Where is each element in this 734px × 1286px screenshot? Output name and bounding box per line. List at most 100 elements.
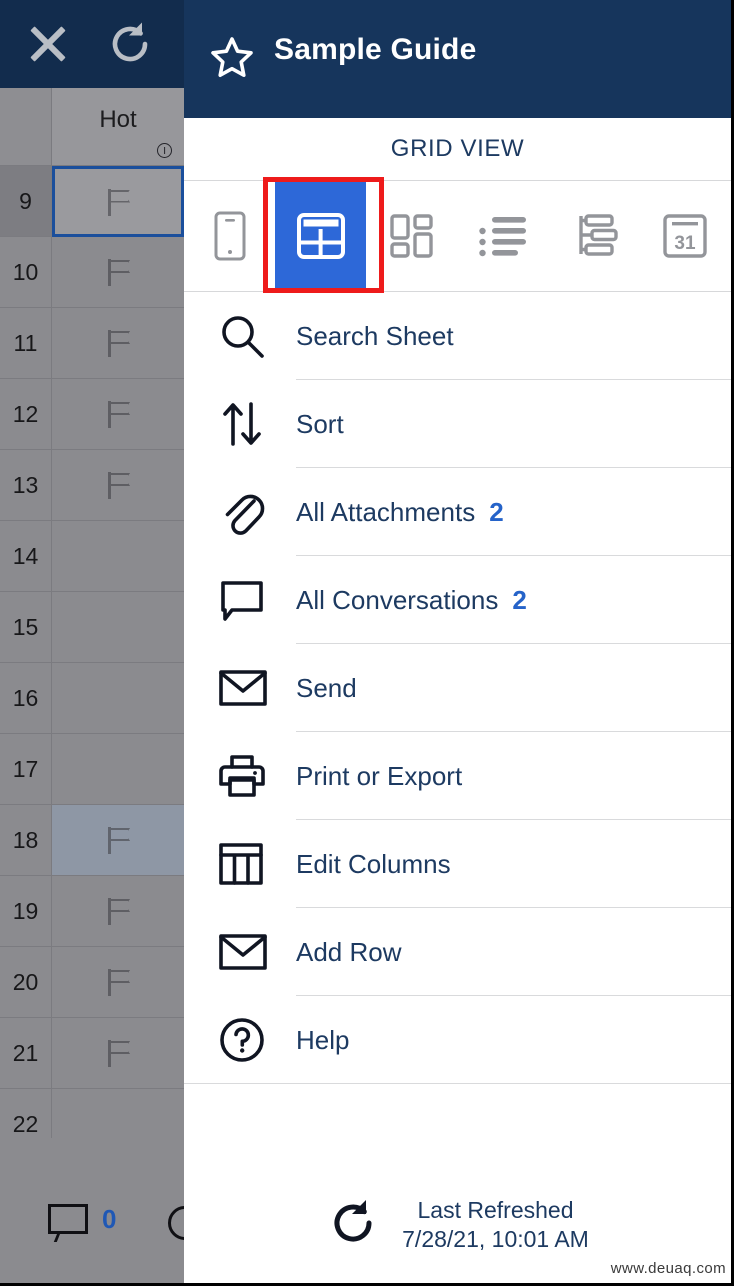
table-row[interactable]: 12 — [0, 379, 184, 450]
row-number: 20 — [0, 947, 52, 1018]
row-number: 15 — [0, 592, 52, 663]
envelope-icon — [218, 668, 280, 708]
comment-bubble-icon[interactable] — [48, 1204, 90, 1238]
menu-item-search-sheet[interactable]: Search Sheet — [184, 292, 731, 380]
view-tab-gallery[interactable] — [366, 181, 457, 291]
view-tab-list[interactable] — [458, 181, 549, 291]
comment-count: 0 — [102, 1204, 117, 1234]
cell-hot[interactable] — [52, 734, 184, 805]
row-number: 9 — [0, 166, 52, 237]
view-tab-grid[interactable] — [275, 181, 367, 291]
row-number: 16 — [0, 663, 52, 734]
view-type-tabs: 31 — [184, 177, 731, 293]
table-row[interactable]: 21 — [0, 1018, 184, 1089]
row-number: 13 — [0, 450, 52, 521]
table-row[interactable]: 18 — [0, 805, 184, 876]
sheet-background-pane: Hot 9 10 11 12 13 14 15 16 17 18 19 20 21 22 0 — [0, 0, 184, 1283]
page-title: Sample Guide — [274, 33, 477, 66]
cell-hot[interactable] — [52, 663, 184, 734]
column-header-hot[interactable]: Hot — [52, 88, 184, 166]
table-row[interactable]: 15 — [0, 592, 184, 663]
cell-hot[interactable] — [52, 237, 184, 308]
table-row[interactable]: 20 — [0, 947, 184, 1018]
view-tab-card[interactable] — [184, 181, 275, 291]
watermark: www.deuaq.com — [610, 1260, 726, 1277]
row-number: 11 — [0, 308, 52, 379]
table-row[interactable]: 16 — [0, 663, 184, 734]
flag-icon — [103, 470, 133, 500]
refresh-icon[interactable] — [104, 18, 156, 70]
sheet-column-header-row: Hot — [0, 88, 184, 166]
cell-hot[interactable] — [52, 308, 184, 379]
panel-header: Sample Guide — [184, 0, 731, 118]
star-outline-icon[interactable] — [208, 34, 256, 82]
info-circle-icon[interactable] — [157, 143, 172, 158]
row-number: 10 — [0, 237, 52, 308]
cell-hot[interactable] — [52, 947, 184, 1018]
flag-icon — [103, 328, 133, 358]
menu-item-label: Edit Columns — [296, 848, 451, 879]
gantt-chart-icon — [570, 212, 618, 260]
table-row[interactable]: 14 — [0, 521, 184, 592]
view-type-label: GRID VIEW — [184, 118, 731, 180]
row-number: 12 — [0, 379, 52, 450]
gallery-tile-icon — [388, 212, 436, 260]
cell-hot[interactable] — [52, 592, 184, 663]
grid-view-menu-panel: Sample Guide GRID VIEW 31 Search Sheet S… — [184, 0, 734, 1283]
menu-item-help[interactable]: Help — [184, 996, 731, 1084]
menu-item-all-conversations[interactable]: All Conversations 2 — [184, 556, 731, 644]
comment-bubble-icon — [218, 578, 280, 622]
menu-item-add-row[interactable]: Add Row — [184, 908, 731, 996]
menu-item-label: Add Row — [296, 936, 402, 967]
columns-icon — [218, 841, 280, 887]
menu-item-label: Search Sheet — [296, 320, 454, 351]
sheet-bottom-toolbar: 0 — [0, 1138, 184, 1283]
menu-item-label: All Attachments — [296, 496, 476, 527]
cell-hot[interactable] — [52, 805, 184, 876]
flag-icon — [103, 187, 133, 217]
menu-item-all-attachments[interactable]: All Attachments 2 — [184, 468, 731, 556]
printer-icon — [218, 752, 280, 800]
column-header-label: Hot — [99, 106, 137, 133]
magnifier-icon — [218, 312, 280, 360]
question-mark-icon — [218, 1016, 280, 1064]
cell-hot[interactable] — [52, 450, 184, 521]
table-row[interactable]: 10 — [0, 237, 184, 308]
row-number: 14 — [0, 521, 52, 592]
table-row[interactable]: 17 — [0, 734, 184, 805]
view-tab-gantt[interactable] — [549, 181, 640, 291]
flag-icon — [103, 257, 133, 287]
menu-item-edit-columns[interactable]: Edit Columns — [184, 820, 731, 908]
close-x-icon[interactable] — [22, 18, 74, 70]
rownum-corner-cell — [0, 88, 52, 166]
cell-hot[interactable] — [52, 1018, 184, 1089]
action-menu-list: Search Sheet Sort All Attachments 2 All Conv… — [184, 292, 731, 1084]
sort-arrows-icon — [218, 400, 280, 448]
row-number: 19 — [0, 876, 52, 947]
cell-hot[interactable] — [52, 166, 184, 237]
menu-divider — [184, 1083, 731, 1084]
envelope-icon — [218, 932, 280, 972]
menu-item-sort[interactable]: Sort — [184, 380, 731, 468]
cell-hot[interactable] — [52, 379, 184, 450]
svg-text:31: 31 — [675, 233, 697, 254]
table-row[interactable]: 19 — [0, 876, 184, 947]
sheet-top-toolbar — [0, 0, 184, 88]
table-row[interactable]: 13 — [0, 450, 184, 521]
row-number: 21 — [0, 1018, 52, 1089]
last-refreshed-text: Last Refreshed 7/28/21, 10:01 AM — [402, 1196, 589, 1254]
menu-item-count: 2 — [512, 584, 527, 615]
cell-hot[interactable] — [52, 521, 184, 592]
grid-table-icon — [296, 211, 346, 261]
cell-hot[interactable] — [52, 876, 184, 947]
flag-icon — [103, 967, 133, 997]
table-row[interactable]: 9 — [0, 166, 184, 237]
refresh-icon[interactable] — [326, 1196, 380, 1255]
menu-item-label: All Conversations — [296, 584, 499, 615]
menu-item-send[interactable]: Send — [184, 644, 731, 732]
view-tab-calendar[interactable]: 31 — [640, 181, 731, 291]
menu-item-label: Send — [296, 672, 357, 703]
table-row[interactable]: 11 — [0, 308, 184, 379]
partial-circle-icon[interactable] — [168, 1206, 184, 1240]
menu-item-print-or-export[interactable]: Print or Export — [184, 732, 731, 820]
